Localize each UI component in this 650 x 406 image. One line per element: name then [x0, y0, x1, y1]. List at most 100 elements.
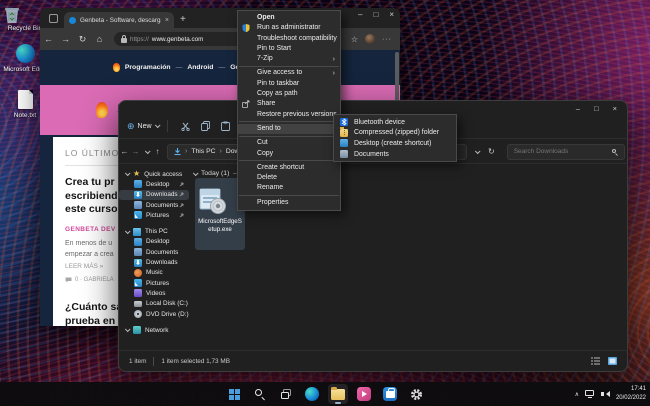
- explorer-close-button[interactable]: ×: [613, 104, 617, 113]
- search-box[interactable]: [506, 143, 625, 160]
- share-icon: [242, 100, 250, 109]
- submenu-item-documents[interactable]: Documents: [334, 149, 456, 160]
- network-tray-icon[interactable]: [584, 390, 595, 398]
- thumbnail-view-icon[interactable]: [608, 357, 617, 365]
- pin-icon: [179, 182, 184, 187]
- menu-item-7zip[interactable]: 7-Zip ›: [238, 54, 340, 64]
- browser-back-button[interactable]: ←: [40, 34, 57, 44]
- menu-item-restore-previous-versions[interactable]: Restore previous versions: [238, 110, 340, 120]
- installer-file-icon: [199, 188, 226, 214]
- sidebar-item-pc-pictures[interactable]: Pictures: [119, 278, 189, 288]
- new-button[interactable]: ⊕ New: [127, 121, 161, 132]
- details-view-icon[interactable]: [591, 357, 600, 365]
- browser-close-button[interactable]: ×: [389, 10, 394, 19]
- explorer-minimize-button[interactable]: –: [576, 104, 580, 113]
- hidden-icons-chevron[interactable]: ∧: [575, 391, 579, 398]
- copy-button[interactable]: [196, 121, 216, 131]
- edge-icon: [15, 44, 35, 63]
- menu-item-run-as-administrator[interactable]: Run as administrator: [238, 23, 340, 33]
- menu-item-properties[interactable]: Properties: [238, 198, 340, 208]
- menu-item-share[interactable]: Share: [238, 99, 340, 109]
- sidebar-item-documents[interactable]: Documents: [119, 200, 189, 210]
- menu-item-open[interactable]: Open: [238, 13, 340, 23]
- browser-menu-icon[interactable]: ···: [382, 36, 392, 43]
- explorer-maximize-button[interactable]: □: [594, 104, 599, 113]
- browser-minimize-button[interactable]: –: [358, 10, 362, 19]
- clock-date: 20/02/2022: [615, 395, 646, 401]
- taskbar: ∧ 17:41 20/02/2022: [0, 382, 650, 406]
- lock-icon: [121, 35, 127, 43]
- browser-maximize-button[interactable]: □: [373, 10, 378, 19]
- sidebar-item-pc-desktop[interactable]: Desktop: [119, 237, 189, 247]
- nav-forward-button[interactable]: →: [130, 147, 141, 156]
- sidebar-item-pc-music[interactable]: Music: [119, 268, 189, 278]
- nav-back-button[interactable]: ←: [119, 147, 130, 156]
- taskbar-edge-button[interactable]: [302, 384, 322, 404]
- search-input[interactable]: [513, 148, 612, 155]
- start-button[interactable]: [224, 384, 244, 404]
- sidebar-network[interactable]: Network: [119, 325, 189, 335]
- menu-item-cut[interactable]: Cut: [238, 138, 340, 148]
- site-nav-link[interactable]: Programación: [125, 64, 171, 71]
- clipboard-icon: [221, 121, 231, 131]
- menu-item-create-shortcut[interactable]: Create shortcut: [238, 163, 340, 173]
- edge-icon: [305, 387, 319, 401]
- taskbar-file-explorer-button[interactable]: [328, 384, 348, 404]
- tab-close-icon[interactable]: ×: [165, 17, 169, 24]
- pin-icon: [179, 192, 184, 197]
- new-tab-button[interactable]: +: [180, 14, 186, 25]
- volume-tray-icon[interactable]: [600, 390, 610, 398]
- taskbar-clock[interactable]: 17:41 20/02/2022: [616, 385, 646, 403]
- menu-item-copy[interactable]: Copy: [238, 149, 340, 159]
- taskbar-store-button[interactable]: [380, 384, 400, 404]
- menu-item-troubleshoot-compatibility[interactable]: Troubleshoot compatibility: [238, 34, 340, 44]
- tab-actions-icon[interactable]: [49, 14, 58, 23]
- sidebar-item-pc-documents[interactable]: Documents: [119, 247, 189, 257]
- explorer-titlebar[interactable]: – □ ×: [119, 101, 627, 114]
- profile-avatar[interactable]: [365, 34, 375, 44]
- menu-item-pin-to-start[interactable]: Pin to Start: [238, 44, 340, 54]
- taskbar-media-player-button[interactable]: [354, 384, 374, 404]
- chevron-down-icon: [144, 148, 151, 155]
- taskbar-settings-button[interactable]: [406, 384, 426, 404]
- browser-home-button[interactable]: ⌂: [91, 34, 108, 44]
- submenu-item-bluetooth-device[interactable]: Bluetooth device: [334, 117, 456, 128]
- sidebar-item-dvd-drive[interactable]: DVD Drive (D:) DV: [119, 309, 189, 319]
- browser-refresh-button[interactable]: ↻: [74, 34, 91, 45]
- desktop-folder-icon: [134, 237, 142, 246]
- address-dropdown-button[interactable]: [474, 147, 481, 156]
- favorites-icon[interactable]: ☆: [351, 35, 358, 44]
- sidebar-item-downloads[interactable]: Downloads: [119, 189, 189, 200]
- sidebar-this-pc[interactable]: This PC: [119, 226, 189, 236]
- sidebar-item-pc-videos[interactable]: Videos: [119, 288, 189, 298]
- menu-item-rename[interactable]: Rename: [238, 183, 340, 193]
- taskbar-search-button[interactable]: [250, 384, 270, 404]
- sidebar-item-pictures[interactable]: Pictures: [119, 210, 189, 220]
- submenu-item-desktop-shortcut[interactable]: Desktop (create shortcut): [334, 138, 456, 149]
- task-view-button[interactable]: [276, 384, 296, 404]
- context-menu: Open Run as administrator Troubleshoot c…: [237, 10, 341, 212]
- downloads-folder-icon: [134, 258, 142, 267]
- submenu-item-compressed-folder[interactable]: Compressed (zipped) folder: [334, 127, 456, 139]
- cut-button[interactable]: [176, 122, 196, 131]
- nav-up-button[interactable]: ↑: [152, 147, 163, 156]
- menu-item-send-to[interactable]: Send to ›: [238, 123, 340, 135]
- refresh-button[interactable]: ↻: [488, 147, 495, 156]
- menu-item-pin-to-taskbar[interactable]: Pin to taskbar: [238, 79, 340, 89]
- recent-locations-button[interactable]: [141, 147, 152, 156]
- menu-item-delete[interactable]: Delete: [238, 173, 340, 183]
- menu-item-give-access-to[interactable]: Give access to ›: [238, 68, 340, 78]
- menu-item-copy-as-path[interactable]: Copy as path: [238, 89, 340, 99]
- item-count: 1 item: [129, 357, 147, 365]
- sidebar-quick-access[interactable]: ★ Quick access: [119, 169, 189, 179]
- breadcrumb-this-pc[interactable]: This PC: [191, 148, 215, 155]
- sidebar-item-pc-downloads[interactable]: Downloads: [119, 257, 189, 267]
- sidebar-item-desktop[interactable]: Desktop: [119, 179, 189, 189]
- paste-button[interactable]: [216, 121, 236, 131]
- browser-forward-button[interactable]: →: [57, 34, 74, 44]
- explorer-status-bar: 1 item 1 item selected 1,73 MB: [119, 350, 627, 371]
- browser-tab[interactable]: Genbeta - Software, descargas, a ×: [64, 12, 174, 28]
- menu-separator: [239, 65, 339, 67]
- site-nav-link[interactable]: Android: [187, 64, 213, 71]
- sidebar-item-local-disk[interactable]: Local Disk (C:): [119, 299, 189, 309]
